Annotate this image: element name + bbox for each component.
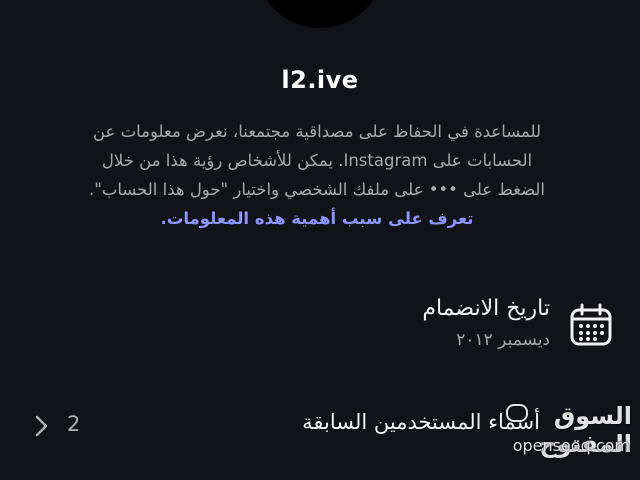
about-line-1: للمساعدة في الحفاظ على مصداقية مجتمعنا، … xyxy=(92,122,542,141)
date-joined-value: ديسمبر ٢٠١٢ xyxy=(456,330,550,350)
former-usernames-count: 2 xyxy=(67,412,81,436)
about-line-2: الحسابات على Instagram. يمكن للأشخاص رؤي… xyxy=(101,151,533,170)
date-joined-section: تاريخ الانضمام ديسمبر ٢٠١٢ xyxy=(422,292,550,354)
about-description: للمساعدة في الحفاظ على مصداقية مجتمعنا، … xyxy=(60,117,574,233)
date-joined-label: تاريخ الانضمام xyxy=(422,296,550,321)
about-line-3: الضغط على ••• على ملفك الشخصي واختيار "ح… xyxy=(89,180,545,199)
former-usernames-label: أسماء المستخدمين السابقة xyxy=(302,410,540,434)
learn-more-link[interactable]: تعرف على سبب أهمية هذه المعلومات. xyxy=(60,204,574,233)
calendar-icon xyxy=(570,303,612,346)
watermark-latin: opensooq.com xyxy=(512,436,630,455)
about-account-screen: l2.ive للمساعدة في الحفاظ على مصداقية مج… xyxy=(0,0,640,480)
profile-avatar xyxy=(256,0,384,28)
profile-username: l2.ive xyxy=(281,66,359,94)
opensooq-watermark: السوق المفتوح opensooq.com xyxy=(506,402,632,464)
chevron-right-icon[interactable] xyxy=(32,414,52,438)
